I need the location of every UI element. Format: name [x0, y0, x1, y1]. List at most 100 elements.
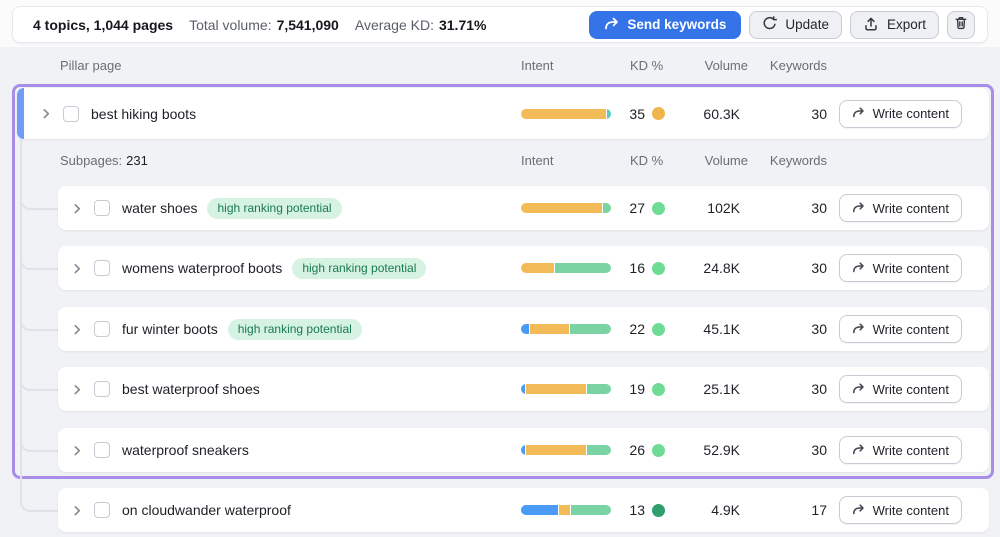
share-arrow-icon: [852, 382, 866, 397]
row-checkbox[interactable]: [94, 381, 110, 397]
delete-button[interactable]: [947, 10, 975, 39]
subpages-count: Subpages: 231: [60, 153, 148, 168]
chevron-right-icon[interactable]: [70, 201, 84, 216]
row-checkbox[interactable]: [63, 105, 79, 122]
ranking-badge: high ranking potential: [227, 318, 362, 340]
total-volume-stat: Total volume: 7,541,090: [189, 16, 339, 33]
total-volume-value: 7,541,090: [276, 16, 339, 33]
kd-dot: [652, 443, 665, 457]
write-content-button[interactable]: Write content: [838, 99, 962, 128]
intent-bar: [521, 445, 611, 455]
export-icon: [863, 16, 879, 34]
write-content-button[interactable]: Write content: [838, 254, 962, 282]
write-content-label: Write content: [872, 502, 949, 518]
share-arrow-icon: [604, 17, 619, 33]
subpages-header: Subpages: 231 Intent KD % Volume Keywords: [12, 152, 994, 170]
ranking-badge: high ranking potential: [292, 257, 427, 279]
row-checkbox[interactable]: [94, 442, 110, 458]
chevron-right-icon[interactable]: [39, 106, 53, 121]
write-content-label: Write content: [872, 200, 949, 216]
kd-dot: [652, 503, 665, 517]
row-checkbox[interactable]: [94, 502, 110, 518]
volume-value: 45.1K: [703, 321, 740, 337]
share-arrow-icon: [852, 443, 866, 458]
subpage-row[interactable]: womens waterproof boots high ranking pot…: [58, 246, 989, 290]
row-title: water shoes: [122, 200, 198, 216]
export-button[interactable]: Export: [849, 10, 939, 39]
kd-dot: [652, 322, 665, 336]
intent-bar: [521, 203, 611, 213]
subpage-row[interactable]: best waterproof shoes 19 25.1K 30 Write …: [58, 367, 989, 411]
write-content-label: Write content: [872, 260, 949, 276]
kd-value: 26: [629, 442, 645, 458]
write-content-button[interactable]: Write content: [838, 375, 962, 403]
volume-value: 102K: [707, 200, 740, 216]
row-checkbox[interactable]: [94, 260, 110, 276]
kd-value: 13: [629, 502, 645, 518]
header-keywords: Keywords: [769, 153, 827, 168]
subpage-row[interactable]: fur winter boots high ranking potential …: [58, 307, 989, 351]
kd-value: 27: [629, 200, 645, 216]
keywords-value: 30: [811, 105, 827, 122]
average-kd-value: 31.71%: [438, 16, 487, 33]
subpage-row[interactable]: waterproof sneakers 26 52.9K 30 Write co…: [58, 428, 989, 472]
kd-cell: 35: [609, 106, 665, 122]
kd-cell: 26: [609, 442, 665, 458]
volume-value: 24.8K: [703, 260, 740, 276]
kd-dot: [652, 201, 665, 215]
kd-cell: 19: [609, 381, 665, 397]
topical-map-panel: 4 topics, 1,044 pages Total volume: 7,54…: [0, 0, 1000, 537]
share-arrow-icon: [852, 322, 866, 337]
chevron-right-icon[interactable]: [70, 503, 84, 518]
share-arrow-icon: [852, 261, 866, 276]
send-keywords-button[interactable]: Send keywords: [589, 10, 742, 39]
chevron-right-icon[interactable]: [70, 261, 84, 276]
kd-cell: 13: [609, 502, 665, 518]
intent-bar: [521, 324, 611, 334]
row-checkbox[interactable]: [94, 200, 110, 216]
volume-value: 60.3K: [703, 105, 740, 122]
keywords-value: 30: [811, 200, 827, 216]
keywords-value: 30: [811, 321, 827, 337]
chevron-right-icon[interactable]: [70, 443, 84, 458]
row-title: womens waterproof boots: [122, 260, 283, 276]
topics-pages-count: 4 topics, 1,044 pages: [33, 16, 174, 33]
subpage-row[interactable]: on cloudwander waterproof 13 4.9K 17 Wri…: [58, 488, 989, 532]
chevron-right-icon[interactable]: [70, 382, 84, 397]
volume-value: 4.9K: [711, 502, 740, 518]
header-pillar-page: Pillar page: [60, 58, 122, 73]
tree-branch-line: [20, 497, 59, 512]
write-content-label: Write content: [872, 321, 949, 337]
header-intent: Intent: [521, 153, 554, 168]
chevron-right-icon[interactable]: [70, 322, 84, 337]
toolbar-actions: Send keywords Update Export: [589, 10, 975, 39]
intent-cell: [521, 384, 611, 394]
kd-dot: [652, 382, 665, 396]
refresh-icon: [762, 15, 778, 34]
trash-icon: [953, 15, 969, 34]
intent-bar: [521, 505, 611, 515]
summary-stats: 4 topics, 1,044 pages Total volume: 7,54…: [33, 17, 486, 33]
volume-value: 52.9K: [703, 442, 740, 458]
kd-dot: [652, 261, 665, 275]
write-content-button[interactable]: Write content: [838, 496, 962, 524]
keywords-value: 30: [811, 381, 827, 397]
write-content-button[interactable]: Write content: [838, 436, 962, 464]
intent-cell: [521, 445, 611, 455]
write-content-label: Write content: [872, 381, 949, 397]
kd-value: 16: [629, 260, 645, 276]
header-keywords: Keywords: [769, 58, 827, 73]
volume-value: 25.1K: [703, 381, 740, 397]
header-kd: KD %: [630, 153, 664, 168]
header-intent: Intent: [521, 58, 554, 73]
row-title: waterproof sneakers: [122, 442, 249, 458]
write-content-button[interactable]: Write content: [838, 315, 962, 343]
pillar-row[interactable]: best hiking boots 35 60.3K 30 Write cont…: [17, 88, 989, 139]
intent-cell: [521, 108, 611, 119]
write-content-button[interactable]: Write content: [838, 194, 962, 222]
keywords-value: 17: [811, 502, 827, 518]
update-button[interactable]: Update: [749, 10, 842, 39]
subpage-row[interactable]: water shoes high ranking potential 27 10…: [58, 186, 989, 230]
row-checkbox[interactable]: [94, 321, 110, 337]
summary-toolbar: 4 topics, 1,044 pages Total volume: 7,54…: [12, 6, 988, 43]
